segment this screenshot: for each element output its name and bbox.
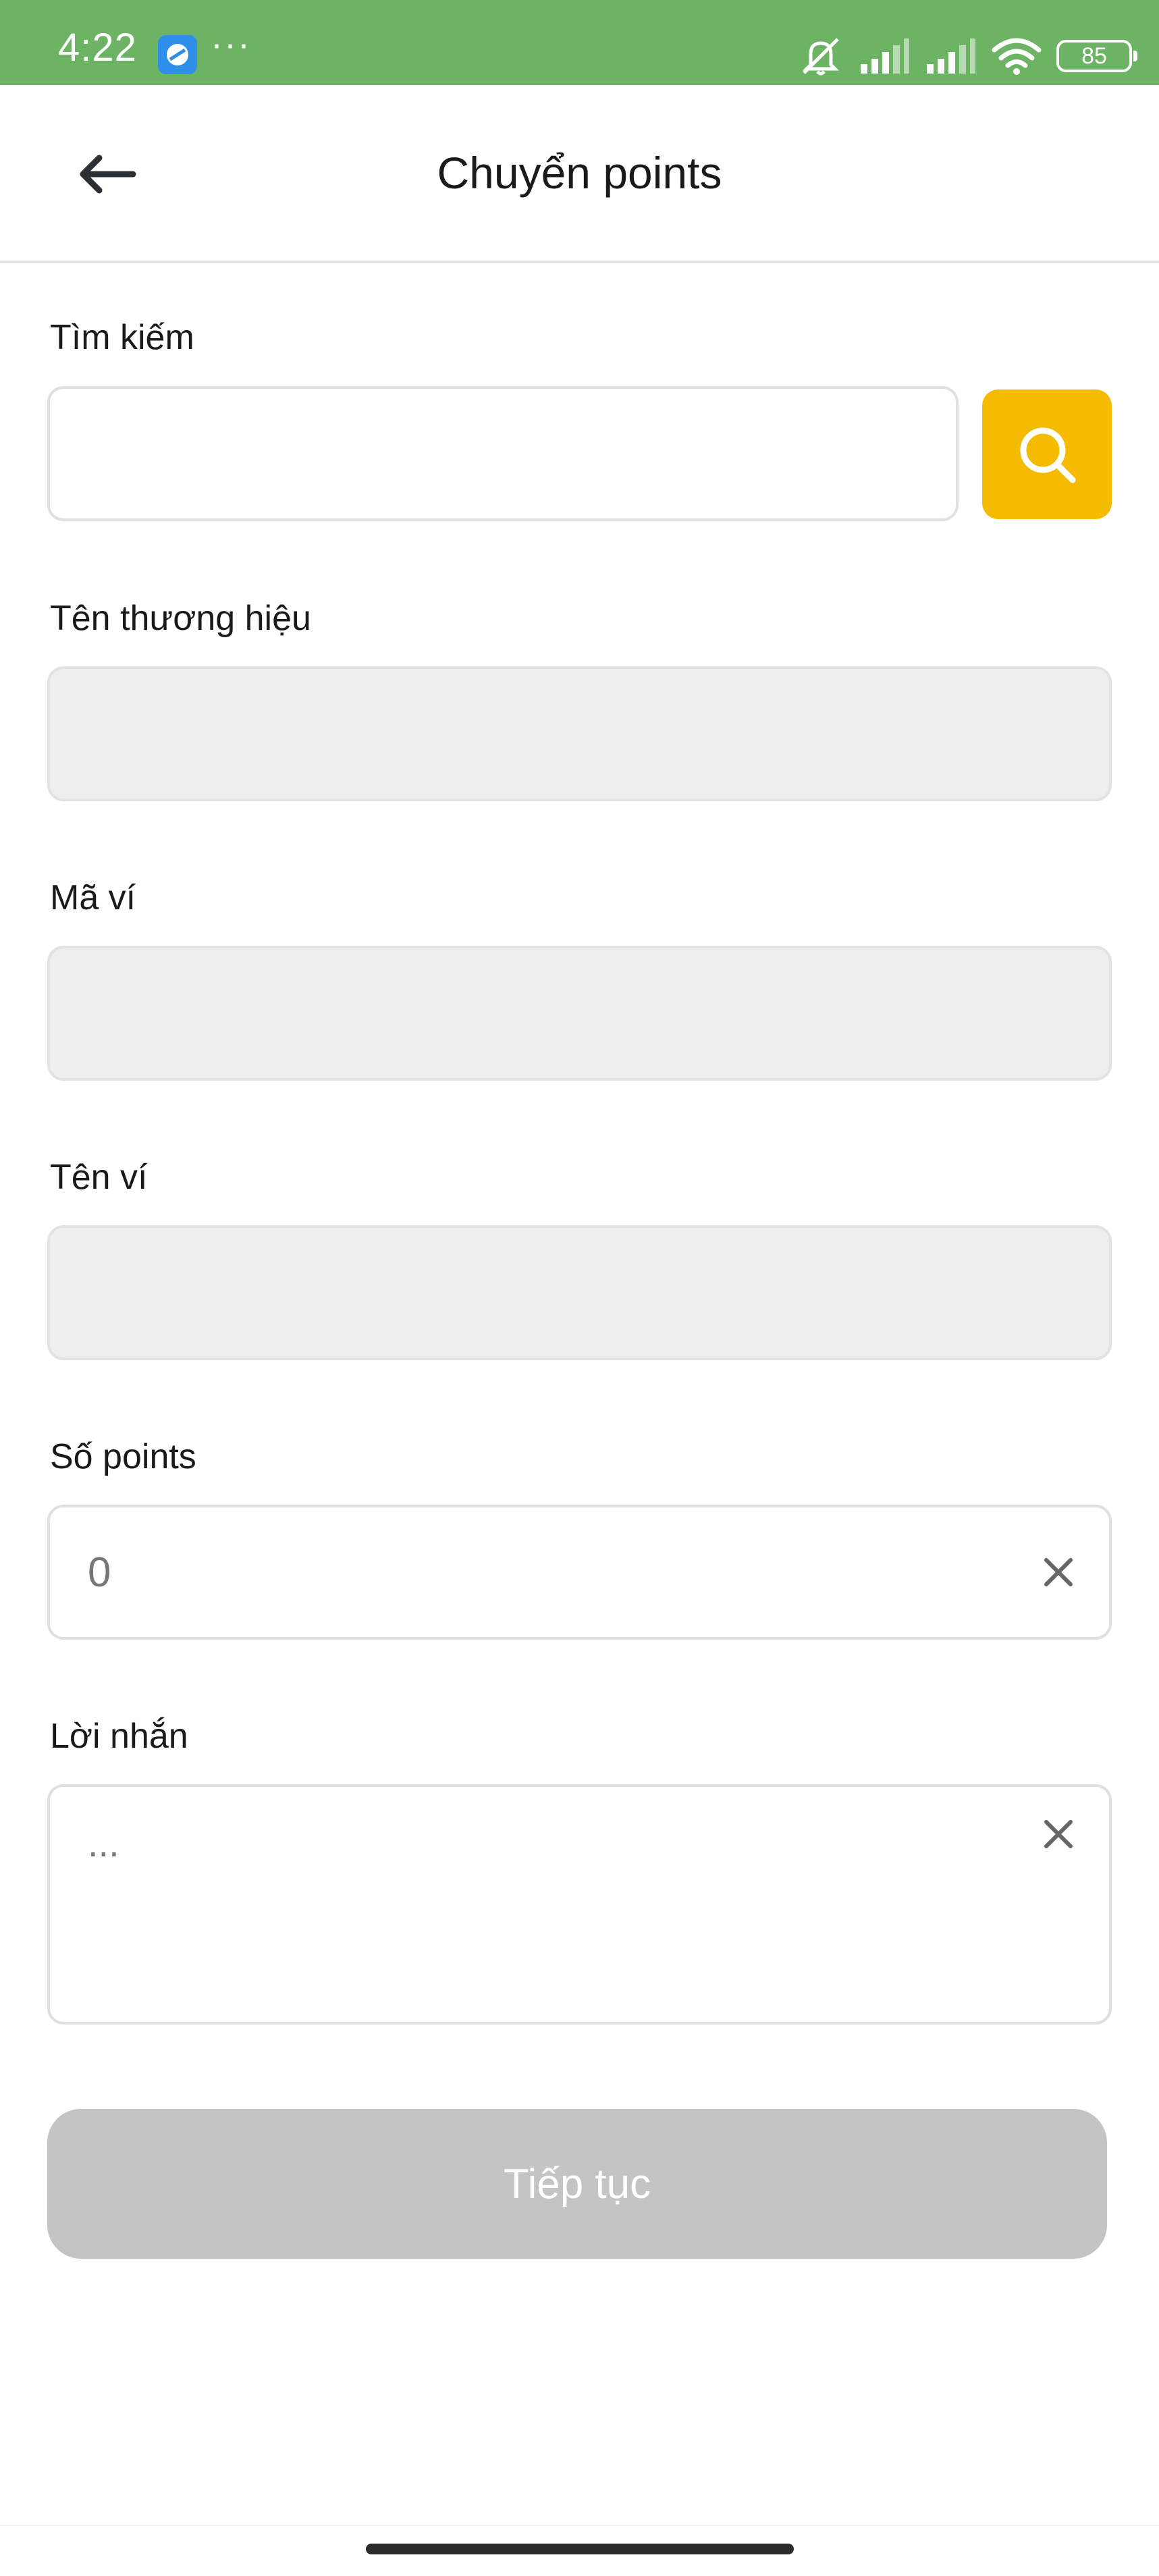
points-label: Số points <box>50 1437 196 1476</box>
message-field[interactable] <box>47 1784 1112 2024</box>
brand-name-field <box>47 666 1112 801</box>
signal-icon <box>925 37 977 75</box>
message-clear-button[interactable] <box>1035 1810 1082 1858</box>
search-button[interactable] <box>982 390 1112 519</box>
search-input[interactable] <box>88 389 859 518</box>
search-icon <box>1020 427 1076 483</box>
page-title: Chuyển points <box>437 148 722 198</box>
home-indicator[interactable] <box>366 2544 794 2554</box>
wallet-name-label: Tên ví <box>50 1158 148 1197</box>
wallet-name-field <box>47 1225 1112 1360</box>
status-bar: 4:22 ··· 85 <box>0 0 1159 85</box>
wallet-name-input <box>88 1228 1012 1358</box>
wallet-code-input <box>88 948 1012 1078</box>
brand-name-label: Tên thương hiệu <box>50 599 311 638</box>
battery-icon: 85 <box>1056 40 1137 72</box>
points-input[interactable] <box>88 1507 1012 1637</box>
status-time: 4:22 <box>58 26 137 70</box>
bottom-divider <box>0 2525 1159 2526</box>
message-label: Lời nhắn <box>50 1717 188 1756</box>
app-notification-icon <box>158 35 197 74</box>
brand-name-input <box>88 669 1012 799</box>
wallet-code-field <box>47 946 1112 1081</box>
silent-mode-icon <box>797 35 844 77</box>
close-icon <box>1044 1558 1073 1586</box>
app-header: Chuyển points <box>0 85 1159 263</box>
close-icon <box>1044 1820 1073 1848</box>
more-notifications-indicator: ··· <box>211 24 251 64</box>
battery-level: 85 <box>1081 43 1107 69</box>
wallet-code-label: Mã ví <box>50 878 136 917</box>
points-clear-button[interactable] <box>1035 1549 1082 1596</box>
wifi-icon <box>992 36 1042 76</box>
search-field[interactable] <box>47 386 959 521</box>
points-field[interactable] <box>47 1505 1112 1640</box>
continue-button[interactable]: Tiếp tục <box>47 2109 1107 2259</box>
status-icons: 85 <box>797 34 1137 78</box>
signal-icon <box>859 37 911 75</box>
search-label: Tìm kiếm <box>50 318 194 357</box>
message-input[interactable] <box>88 1822 1012 2003</box>
